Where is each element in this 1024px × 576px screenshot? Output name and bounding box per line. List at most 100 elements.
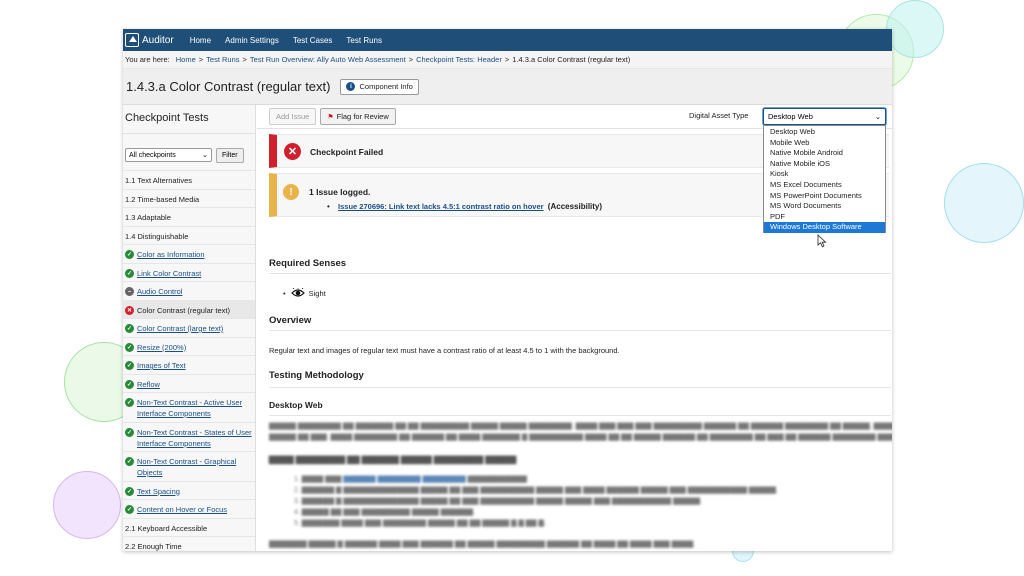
fox-logo-icon: [125, 33, 139, 47]
issue-category: (Accessibility): [547, 202, 603, 211]
checkpoint-failed-text: Checkpoint Failed: [310, 147, 384, 157]
sidebar-title: Checkpoint Tests: [125, 112, 209, 124]
dropdown-option[interactable]: MS Word Documents: [764, 201, 885, 212]
flag-for-review-label: Flag for Review: [336, 112, 389, 121]
check-icon: ✓: [125, 324, 134, 333]
dropdown-option[interactable]: MS Excel Documents: [764, 180, 885, 191]
checkpoint-filter-select[interactable]: All checkpoints ⌄: [125, 148, 212, 162]
component-info-label: Component Info: [359, 82, 413, 91]
top-nav: Auditor Home Admin Settings Test Cases T…: [123, 29, 892, 51]
flag-icon: ⚑: [327, 113, 334, 121]
check-icon: ✓: [125, 505, 134, 514]
logo[interactable]: Auditor: [123, 33, 174, 47]
digital-asset-type-select[interactable]: Desktop Web ⌄: [763, 108, 886, 125]
breadcrumb-link-checkpoint-tests[interactable]: Checkpoint Tests: Header: [416, 55, 502, 64]
dropdown-option[interactable]: Kiosk: [764, 169, 885, 180]
sidebar-item-non-text-states[interactable]: ✓ Non-Text Contrast - States of User Inte…: [123, 421, 255, 452]
breadcrumb-prefix: You are here:: [125, 55, 170, 64]
flag-for-review-button[interactable]: ⚑ Flag for Review: [320, 108, 396, 125]
warning-icon: !: [283, 184, 299, 200]
check-icon: ✓: [125, 457, 134, 466]
sidebar-item-resize[interactable]: ✓ Resize (200%): [123, 336, 255, 356]
breadcrumb: You are here: Home > Test Runs > Test Ru…: [123, 51, 892, 69]
sidebar-item-adaptable[interactable]: 1.3 Adaptable: [123, 207, 255, 226]
testing-methodology-heading: Testing Methodology: [269, 370, 364, 381]
check-icon: ✓: [125, 379, 134, 389]
fail-x-icon: ✕: [284, 143, 301, 160]
decorative-circle: [53, 471, 121, 539]
check-icon: ✓: [125, 427, 134, 437]
sidebar-item-text-spacing[interactable]: ✓ Text Spacing: [123, 480, 255, 500]
digital-asset-type-value: Desktop Web: [768, 112, 813, 121]
main-content: Add Issue ⚑ Flag for Review Digital Asse…: [257, 105, 892, 551]
breadcrumb-link-test-runs[interactable]: Test Runs: [206, 55, 239, 64]
sidebar-item-color-contrast-regular[interactable]: ✕ Color Contrast (regular text): [123, 299, 255, 318]
not-applicable-icon: –: [125, 287, 134, 296]
sidebar-item-text-alternatives[interactable]: 1.1 Text Alternatives: [123, 170, 255, 189]
check-icon: ✓: [125, 361, 134, 370]
sidebar-item-distinguishable[interactable]: 1.4 Distinguishable: [123, 225, 255, 245]
sidebar-item-color-contrast-large[interactable]: ✓ Color Contrast (large text): [123, 318, 255, 337]
check-icon: ✓: [125, 486, 134, 496]
checkpoint-filter-value: All checkpoints: [129, 151, 176, 159]
fail-x-icon: ✕: [125, 305, 134, 315]
eye-icon: [290, 288, 305, 297]
sidebar-item-link-color-contrast[interactable]: ✓ Link Color Contrast: [123, 262, 255, 282]
sidebar: Checkpoint Tests All checkpoints ⌄ Filte…: [123, 105, 256, 551]
required-senses-heading: Required Senses: [269, 258, 347, 269]
issue-list-item: • Issue 270696: Link text lacks 4.5:1 co…: [327, 202, 603, 211]
sidebar-item-reflow[interactable]: ✓ Reflow: [123, 373, 255, 393]
info-icon: i: [346, 82, 356, 91]
check-icon: ✓: [125, 268, 134, 278]
decorative-circle: [886, 0, 944, 58]
divider: [269, 330, 891, 331]
sidebar-item-keyboard-accessible[interactable]: 2.1 Keyboard Accessible: [123, 517, 255, 537]
decorative-circle: [944, 163, 1024, 243]
dropdown-option-highlighted[interactable]: Windows Desktop Software: [764, 222, 885, 233]
issue-link[interactable]: Issue 270696: Link text lacks 4.5:1 cont…: [338, 202, 544, 211]
mouse-cursor-icon: [817, 234, 827, 248]
blurred-methodology-content: ▇▇▇▇▇ ▇▇▇▇▇▇▇▇ ▇▇ ▇▇▇▇▇▇▇ ▇▇ ▇▇ ▇▇▇▇▇▇▇▇…: [269, 423, 892, 548]
chevron-down-icon: ⌄: [874, 112, 881, 121]
sidebar-item-audio-control[interactable]: – Audio Control: [123, 281, 255, 300]
app-window: Auditor Home Admin Settings Test Cases T…: [123, 29, 892, 551]
nav-home[interactable]: Home: [190, 36, 211, 45]
sidebar-item-images-of-text[interactable]: ✓ Images of Text: [123, 355, 255, 374]
divider: [269, 415, 891, 416]
dropdown-option[interactable]: MS PowerPoint Documents: [764, 191, 885, 202]
divider: [269, 387, 891, 388]
nav-admin-settings[interactable]: Admin Settings: [225, 36, 279, 45]
digital-asset-type-label: Digital Asset Type: [689, 111, 749, 120]
sidebar-item-non-text-graphical[interactable]: ✓ Non-Text Contrast - Graphical Objects: [123, 451, 255, 481]
breadcrumb-link-run-overview[interactable]: Test Run Overview: Ally Auto Web Assessm…: [250, 55, 406, 64]
sidebar-item-color-as-information[interactable]: ✓ Color as Information: [123, 244, 255, 263]
breadcrumb-current: 1.4.3.a Color Contrast (regular text): [512, 55, 631, 64]
overview-heading: Overview: [269, 315, 312, 326]
dropdown-option[interactable]: Native Mobile iOS: [764, 159, 885, 170]
check-icon: ✓: [125, 342, 134, 352]
dropdown-option[interactable]: PDF: [764, 212, 885, 223]
nav-test-cases[interactable]: Test Cases: [293, 36, 333, 45]
sidebar-item-non-text-active[interactable]: ✓ Non-Text Contrast - Active User Interfa…: [123, 392, 255, 422]
dropdown-option[interactable]: Native Mobile Android: [764, 148, 885, 159]
sidebar-item-time-based-media[interactable]: 1.2 Time-based Media: [123, 188, 255, 208]
add-issue-button[interactable]: Add Issue: [269, 108, 317, 125]
component-info-button[interactable]: i Component Info: [340, 78, 419, 95]
logo-text: Auditor: [142, 34, 174, 46]
dropdown-option[interactable]: Mobile Web: [764, 138, 885, 149]
desktop-web-heading: Desktop Web: [269, 400, 323, 410]
sense-item: • Sight: [283, 288, 326, 298]
nav-test-runs[interactable]: Test Runs: [346, 36, 382, 45]
divider: [269, 273, 891, 274]
breadcrumb-link-home[interactable]: Home: [176, 55, 196, 64]
sidebar-item-content-on-hover[interactable]: ✓ Content on Hover or Focus: [123, 499, 255, 518]
chevron-down-icon: ⌄: [202, 152, 208, 159]
issues-logged-text: 1 Issue logged.: [309, 187, 371, 197]
sidebar-item-enough-time[interactable]: 2.2 Enough Time: [123, 536, 255, 551]
title-bar: 1.4.3.a Color Contrast (regular text) i …: [123, 69, 892, 105]
filter-button[interactable]: Filter: [216, 147, 244, 163]
page-title: 1.4.3.a Color Contrast (regular text): [126, 79, 331, 94]
sense-label: Sight: [308, 288, 326, 298]
check-icon: ✓: [125, 250, 134, 259]
dropdown-option[interactable]: Desktop Web: [764, 127, 885, 138]
